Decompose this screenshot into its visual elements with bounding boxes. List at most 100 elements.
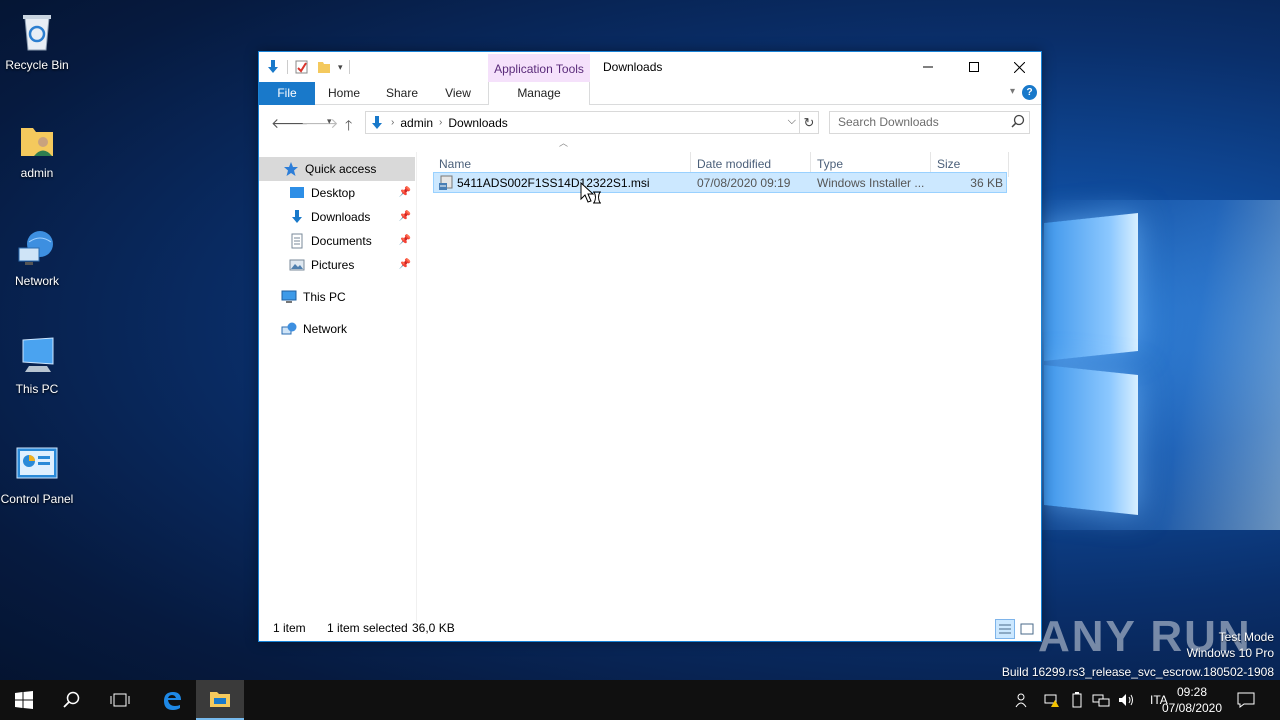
recent-locations-chevron-icon[interactable]: ▾ xyxy=(327,116,332,127)
close-button[interactable] xyxy=(996,52,1042,82)
people-icon[interactable] xyxy=(1014,692,1030,708)
pin-icon[interactable]: 📌 xyxy=(399,259,411,270)
breadcrumb-separator-icon[interactable]: › xyxy=(391,117,394,128)
task-view-button[interactable] xyxy=(96,680,144,720)
battery-icon[interactable] xyxy=(1070,692,1084,708)
desktop-icon-label: Control Panel xyxy=(0,492,74,506)
search-input[interactable]: Search Downloads xyxy=(829,111,1030,134)
explorer-window: ▾ Application Tools Downloads File Home … xyxy=(258,51,1042,642)
large-icons-view-button[interactable] xyxy=(1017,619,1037,639)
minimize-icon xyxy=(923,66,933,68)
sort-ascending-icon: ︿ xyxy=(559,138,569,148)
action-center-warning-icon[interactable] xyxy=(1044,692,1062,708)
notifications-button[interactable] xyxy=(1224,680,1268,720)
details-view-icon xyxy=(999,624,1011,634)
taskbar-file-explorer-button[interactable] xyxy=(196,680,244,720)
address-bar-row: 🡐 🡒 ▾ 🡑 › admin › Downloads ⌵ ↻ Search D… xyxy=(259,106,1041,140)
expand-ribbon-chevron-icon[interactable]: ▾ xyxy=(1010,86,1015,97)
minimize-button[interactable] xyxy=(905,52,951,82)
file-date: 07/08/2020 09:19 xyxy=(697,176,791,190)
breadcrumb-separator-icon[interactable]: › xyxy=(439,117,442,128)
nav-item-pictures[interactable]: Pictures 📌 xyxy=(259,253,415,277)
search-icon[interactable] xyxy=(1011,114,1025,128)
details-view-button[interactable] xyxy=(995,619,1015,639)
pin-icon[interactable]: 📌 xyxy=(399,235,411,246)
volume-icon[interactable] xyxy=(1118,692,1136,708)
desktop-icon-admin[interactable]: admin xyxy=(0,118,74,180)
address-dropdown-icon[interactable]: ⌵ xyxy=(788,115,796,128)
desktop-icon-network[interactable]: Network xyxy=(0,226,74,288)
desktop-icon-recycle-bin[interactable]: Recycle Bin xyxy=(0,10,74,72)
desktop-icon-this-pc[interactable]: This PC xyxy=(0,334,74,396)
window-title: Downloads xyxy=(603,60,663,74)
nav-item-desktop[interactable]: Desktop 📌 xyxy=(259,181,415,205)
downloads-location-icon xyxy=(372,115,382,129)
nav-label: Desktop xyxy=(311,186,356,200)
tab-home[interactable]: Home xyxy=(319,82,369,105)
computer-icon xyxy=(281,290,297,303)
pin-icon[interactable]: 📌 xyxy=(399,211,411,222)
file-type: Windows Installer ... xyxy=(817,176,925,190)
up-arrow-icon[interactable]: 🡑 xyxy=(345,115,352,139)
file-row[interactable]: 5411ADS002F1SS14D12322S1.msi 07/08/2020 … xyxy=(433,172,1007,193)
documents-folder-icon xyxy=(291,233,303,249)
breadcrumb-admin[interactable]: admin xyxy=(400,116,433,130)
tab-share[interactable]: Share xyxy=(377,82,427,105)
help-icon[interactable]: ? xyxy=(1022,85,1037,100)
taskbar: ITA 09:28 07/08/2020 xyxy=(0,680,1280,720)
control-panel-icon xyxy=(16,447,58,479)
desktop-icon-label: This PC xyxy=(15,382,59,396)
maximize-icon xyxy=(969,62,979,72)
large-icons-view-icon xyxy=(1020,623,1034,635)
os-build-label: Build 16299.rs3_release_svc_escrow.18050… xyxy=(1001,665,1274,679)
desktop-icon-control-panel[interactable]: Control Panel xyxy=(0,444,74,506)
taskbar-edge-button[interactable] xyxy=(148,680,196,720)
refresh-button[interactable]: ↻ xyxy=(800,111,819,134)
maximize-button[interactable] xyxy=(951,52,997,82)
nav-label: Pictures xyxy=(311,258,355,272)
nav-label: This PC xyxy=(303,290,346,304)
nav-label: Downloads xyxy=(311,210,371,224)
nav-item-downloads[interactable]: Downloads 📌 xyxy=(259,205,415,229)
nav-item-this-pc[interactable]: This PC xyxy=(259,285,415,309)
tab-manage[interactable]: Manage xyxy=(488,82,590,105)
tab-view[interactable]: View xyxy=(433,82,483,105)
taskbar-clock[interactable]: 09:28 07/08/2020 xyxy=(1160,684,1224,716)
forward-arrow-icon[interactable]: 🡒 xyxy=(301,115,339,132)
address-field[interactable]: › admin › Downloads ⌵ xyxy=(365,111,800,134)
pin-icon[interactable]: 📌 xyxy=(399,187,411,198)
new-folder-icon[interactable] xyxy=(316,59,332,75)
title-bar[interactable]: ▾ Application Tools Downloads xyxy=(259,52,1041,82)
file-size: 36 KB xyxy=(970,176,1003,190)
status-selected-size: 36,0 KB xyxy=(412,621,455,635)
file-explorer-icon xyxy=(210,692,230,707)
refresh-icon: ↻ xyxy=(803,115,815,130)
customize-toolbar-chevron-icon[interactable]: ▾ xyxy=(338,62,343,73)
properties-icon[interactable] xyxy=(294,59,310,75)
start-button[interactable] xyxy=(0,680,48,720)
status-selected: 1 item selected xyxy=(327,621,408,635)
network-tray-icon[interactable] xyxy=(1092,692,1110,708)
network-icon xyxy=(281,322,297,335)
nav-item-documents[interactable]: Documents 📌 xyxy=(259,229,415,253)
downloads-arrow-icon[interactable] xyxy=(265,59,281,75)
navigation-pane: Quick access Desktop 📌 Downloads 📌 Docum… xyxy=(259,152,417,622)
os-edition-label: Windows 10 Pro xyxy=(1186,646,1274,660)
breadcrumb-downloads[interactable]: Downloads xyxy=(448,116,507,130)
wallpaper-windows-logo xyxy=(1040,200,1280,530)
tab-file[interactable]: File xyxy=(259,82,315,105)
nav-label: Quick access xyxy=(305,162,377,176)
clock-date: 07/08/2020 xyxy=(1161,701,1223,715)
desktop-icon-label: admin xyxy=(20,166,54,180)
nav-item-network[interactable]: Network xyxy=(259,317,415,341)
desktop-folder-icon xyxy=(290,187,304,198)
search-button[interactable] xyxy=(48,680,96,720)
pictures-folder-icon xyxy=(289,259,305,271)
nav-item-quick-access[interactable]: Quick access xyxy=(259,157,415,181)
notification-icon xyxy=(1237,692,1255,708)
close-icon xyxy=(1013,61,1025,73)
file-name[interactable]: 5411ADS002F1SS14D12322S1.msi xyxy=(457,176,650,190)
user-folder-icon xyxy=(21,128,53,156)
computer-monitor-icon xyxy=(22,337,54,372)
recycle-bin-icon xyxy=(23,15,51,51)
